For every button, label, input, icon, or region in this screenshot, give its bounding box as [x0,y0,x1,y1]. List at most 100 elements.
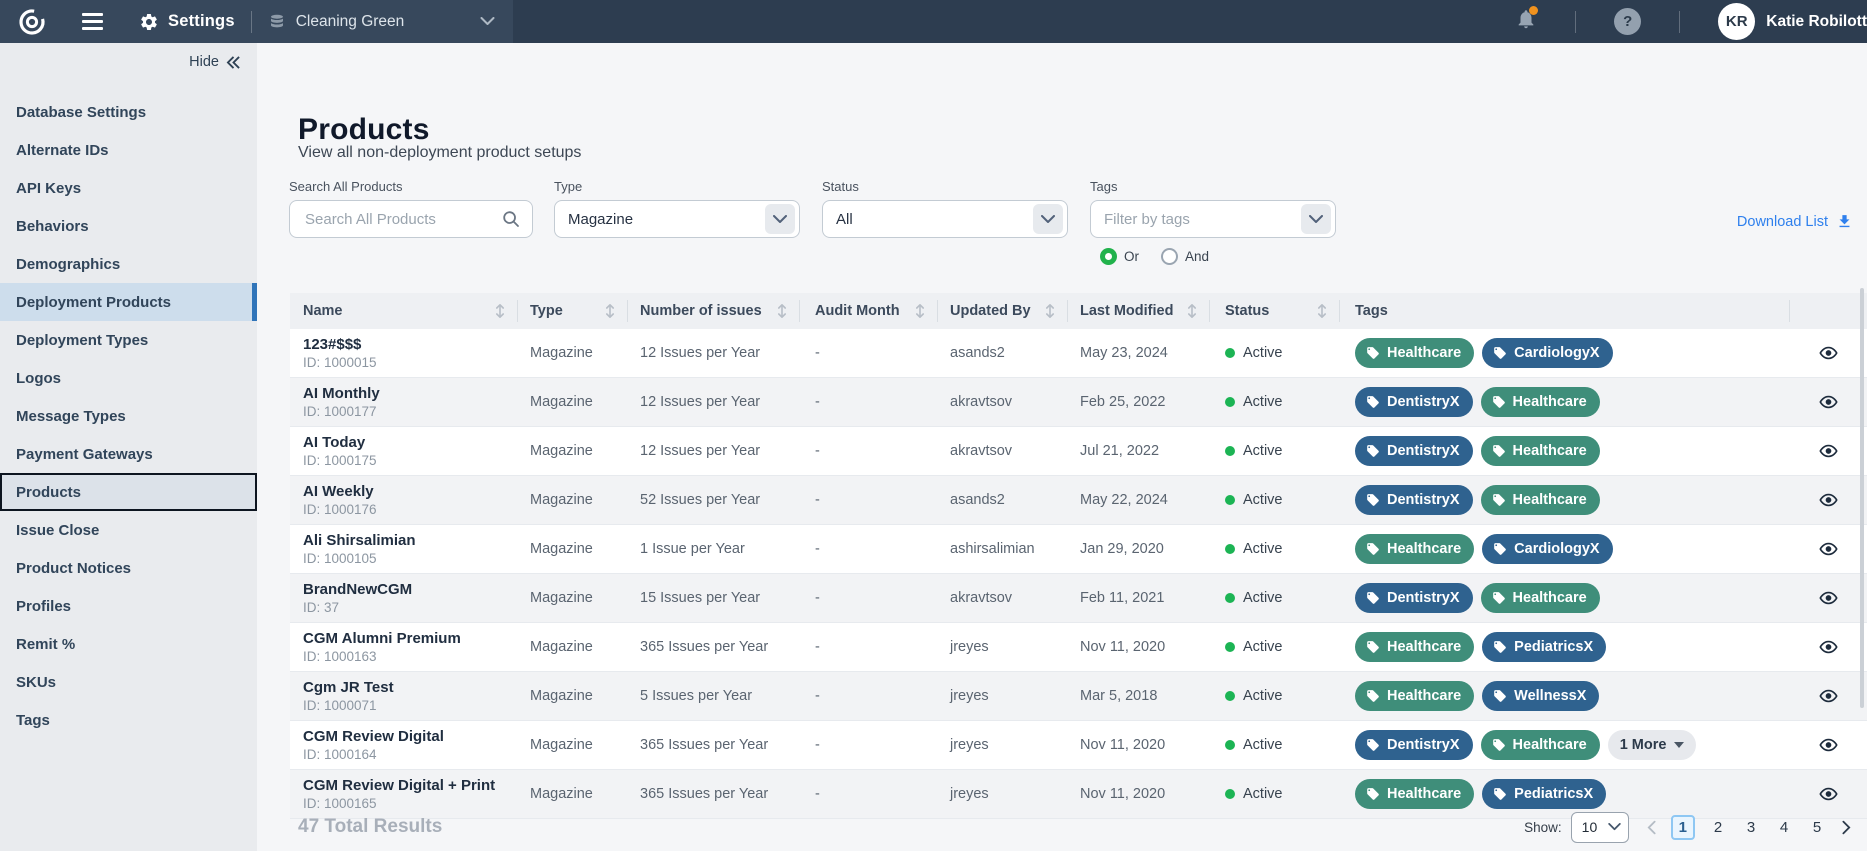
sidebar-item-skus[interactable]: SKUs [0,663,257,701]
hamburger-menu-icon[interactable] [78,9,107,34]
issues-per-year: 12 Issues per Year [628,329,800,377]
avatar-initials: KR [1726,13,1748,30]
product-name[interactable]: CGM Review Digital + Print [303,777,495,794]
page-size-select[interactable]: 10 [1571,812,1629,843]
view-product-button[interactable] [1818,588,1839,608]
tags-cell: HealthcareCardiologyX [1340,525,1790,573]
table-row[interactable]: AI TodayID: 1000175Magazine12 Issues per… [290,427,1867,476]
table-row[interactable]: CGM Review DigitalID: 1000164Magazine365… [290,721,1867,770]
sidebar-item-product-notices[interactable]: Product Notices [0,549,257,587]
column-header-last-modified[interactable]: Last Modified [1068,293,1210,329]
chevron-down-icon [480,13,495,31]
sort-icon [1044,303,1056,319]
product-id: ID: 1000015 [303,355,377,370]
column-header-status[interactable]: Status [1210,293,1340,329]
tag-icon [1493,787,1507,801]
sidebar-item-database-settings[interactable]: Database Settings [0,93,257,131]
page-button-5[interactable]: 5 [1807,817,1827,838]
view-product-button[interactable] [1818,735,1839,755]
next-page-chevron-icon[interactable] [1840,818,1853,837]
tag-pill-cardiologyx: CardiologyX [1482,338,1612,368]
sidebar-item-logos[interactable]: Logos [0,359,257,397]
tag-label: Healthcare [1513,737,1587,753]
sidebar-item-label: Remit % [16,636,75,653]
product-name[interactable]: Ali Shirsalimian [303,532,416,549]
view-product-button[interactable] [1818,784,1839,804]
search-input[interactable] [303,210,502,229]
user-name[interactable]: Katie Robilott [1766,13,1867,31]
notifications-bell-icon[interactable] [1515,8,1537,35]
column-header-type[interactable]: Type [518,293,628,329]
vertical-scrollbar[interactable] [1860,288,1864,708]
sidebar-item-deployment-types[interactable]: Deployment Types [0,321,257,359]
column-header-updated-by[interactable]: Updated By [938,293,1068,329]
sidebar-item-tags[interactable]: Tags [0,701,257,739]
page-button-1[interactable]: 1 [1671,815,1695,840]
sidebar-item-payment-gateways[interactable]: Payment Gateways [0,435,257,473]
column-label: Number of issues [640,303,762,319]
column-header-number-of-issues[interactable]: Number of issues [628,293,800,329]
table-row[interactable]: AI MonthlyID: 1000177Magazine12 Issues p… [290,378,1867,427]
table-row[interactable]: Cgm JR TestID: 1000071Magazine5 Issues p… [290,672,1867,721]
product-name[interactable]: AI Monthly [303,385,380,402]
column-header-audit-month[interactable]: Audit Month [800,293,938,329]
sidebar-item-api-keys[interactable]: API Keys [0,169,257,207]
radio-selected-icon[interactable] [1100,248,1117,265]
page-button-2[interactable]: 2 [1708,817,1728,838]
view-product-button[interactable] [1818,539,1839,559]
sidebar-item-behaviors[interactable]: Behaviors [0,207,257,245]
sidebar-item-alternate-ids[interactable]: Alternate IDs [0,131,257,169]
updated-by: asands2 [938,476,1068,524]
radio-option-and[interactable]: And [1161,248,1209,265]
status-dot [1225,593,1235,603]
more-tags-dropdown[interactable]: 1 More [1608,730,1697,760]
status-dot [1225,740,1235,750]
download-list-button[interactable]: Download List [1737,213,1853,230]
radio-option-or[interactable]: Or [1100,248,1139,265]
product-name[interactable]: CGM Alumni Premium [303,630,461,647]
sidebar-item-demographics[interactable]: Demographics [0,245,257,283]
table-row[interactable]: 123#$$$ID: 1000015Magazine12 Issues per … [290,329,1867,378]
product-name[interactable]: AI Today [303,434,365,451]
table-row[interactable]: AI WeeklyID: 1000176Magazine52 Issues pe… [290,476,1867,525]
column-header-name[interactable]: Name [290,293,518,329]
sidebar-item-profiles[interactable]: Profiles [0,587,257,625]
tags-select[interactable]: Filter by tags [1090,200,1336,238]
tag-label: Healthcare [1387,639,1461,655]
view-product-button[interactable] [1818,392,1839,412]
view-product-button[interactable] [1818,441,1839,461]
page-button-4[interactable]: 4 [1774,817,1794,838]
eye-icon [1818,490,1839,510]
sidebar-item-products[interactable]: Products [0,473,257,511]
database-selector-dropdown[interactable]: Cleaning Green [268,0,495,43]
previous-page-chevron-icon[interactable] [1645,818,1658,837]
hide-sidebar-button[interactable]: Hide [189,54,241,70]
sidebar-item-deployment-products[interactable]: Deployment Products [0,283,257,321]
product-name[interactable]: Cgm JR Test [303,679,394,696]
sidebar-item-label: Product Notices [16,560,131,577]
type-select[interactable]: Magazine [554,200,800,238]
help-icon[interactable]: ? [1614,8,1641,35]
table-row[interactable]: Ali ShirsalimianID: 1000105Magazine1 Iss… [290,525,1867,574]
view-product-button[interactable] [1818,637,1839,657]
sort-icon [1186,303,1198,319]
sidebar-item-remit[interactable]: Remit % [0,625,257,663]
product-type: Magazine [518,672,628,720]
tag-icon [1366,346,1380,360]
sidebar-item-issue-close[interactable]: Issue Close [0,511,257,549]
product-name[interactable]: AI Weekly [303,483,374,500]
product-name[interactable]: 123#$$$ [303,336,361,353]
user-avatar[interactable]: KR [1718,3,1755,40]
view-product-button[interactable] [1818,490,1839,510]
table-row[interactable]: BrandNewCGMID: 37Magazine15 Issues per Y… [290,574,1867,623]
view-product-button[interactable] [1818,686,1839,706]
sidebar-item-message-types[interactable]: Message Types [0,397,257,435]
table-row[interactable]: CGM Alumni PremiumID: 1000163Magazine365… [290,623,1867,672]
view-product-button[interactable] [1818,343,1839,363]
app-logo-icon[interactable] [16,6,48,38]
product-name[interactable]: CGM Review Digital [303,728,444,745]
status-select[interactable]: All [822,200,1068,238]
product-name[interactable]: BrandNewCGM [303,581,412,598]
page-button-3[interactable]: 3 [1741,817,1761,838]
radio-unselected-icon[interactable] [1161,248,1178,265]
